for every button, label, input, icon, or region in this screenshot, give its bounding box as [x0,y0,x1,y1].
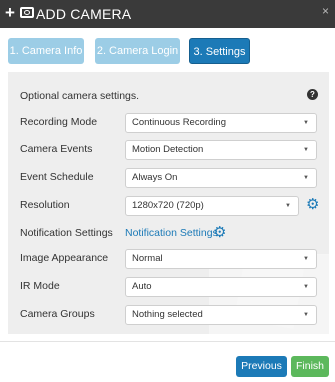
ir-mode-label: IR Mode [20,280,60,292]
tab-camera-login[interactable]: 2. Camera Login [95,38,180,64]
previous-button[interactable]: Previous [236,356,287,377]
camera-groups-select[interactable]: Nothing selected ▼ [125,305,317,325]
tab-camera-info[interactable]: 1. Camera Info [8,38,84,64]
chevron-down-icon: ▼ [303,175,309,181]
camera-events-row: Camera Events Motion Detection ▼ [8,140,329,162]
recording-mode-value: Continuous Recording [132,117,227,128]
ir-mode-row: IR Mode Auto ▼ [8,277,329,299]
camera-groups-value: Nothing selected [132,309,203,320]
recording-mode-label: Recording Mode [20,116,98,128]
dialog-titlebar: + ADD CAMERA × [0,0,335,28]
image-appearance-value: Normal [132,253,163,264]
camera-groups-row: Camera Groups Nothing selected ▼ [8,305,329,327]
chevron-down-icon: ▼ [303,147,309,153]
chevron-down-icon: ▼ [303,256,309,262]
resolution-value: 1280x720 (720p) [132,200,204,211]
chevron-down-icon: ▼ [303,120,309,126]
gear-icon[interactable]: ⚙ [306,197,319,213]
chevron-down-icon: ▼ [303,284,309,290]
notification-label: Notification Settings [20,227,113,239]
camera-icon [20,7,34,18]
resolution-select[interactable]: 1280x720 (720p) ▼ [125,196,299,216]
close-icon[interactable]: × [322,4,329,18]
chevron-down-icon: ▼ [285,203,291,209]
resolution-label: Resolution [20,199,70,211]
tab-settings[interactable]: 3. Settings [189,38,250,64]
image-appearance-row: Image Appearance Normal ▼ [8,249,329,271]
finish-button[interactable]: Finish [291,356,329,377]
notification-settings-link[interactable]: Notification Settings [125,227,218,239]
event-schedule-select[interactable]: Always On ▼ [125,168,317,188]
gear-icon[interactable]: ⚙ [213,225,226,241]
camera-events-value: Motion Detection [132,144,204,155]
help-icon[interactable]: ? [307,89,318,100]
wizard-steps: 1. Camera Info 2. Camera Login 3. Settin… [0,38,335,64]
dialog-title: ADD CAMERA [36,6,132,22]
image-appearance-label: Image Appearance [20,252,109,264]
footer-divider [0,341,335,342]
camera-events-select[interactable]: Motion Detection ▼ [125,140,317,160]
plus-icon: + [5,3,15,22]
intro-text: Optional camera settings. [20,90,140,102]
image-appearance-select[interactable]: Normal ▼ [125,249,317,269]
ir-mode-select[interactable]: Auto ▼ [125,277,317,297]
resolution-row: Resolution 1280x720 (720p) ▼ ⚙ [8,196,329,218]
ir-mode-value: Auto [132,281,152,292]
camera-events-label: Camera Events [20,143,93,155]
event-schedule-value: Always On [132,172,178,183]
recording-mode-select[interactable]: Continuous Recording ▼ [125,113,317,133]
settings-panel: Optional camera settings. ? Recording Mo… [8,72,329,334]
event-schedule-label: Event Schedule [20,171,94,183]
notification-row: Notification Settings Notification Setti… [8,224,329,246]
camera-groups-label: Camera Groups [20,308,95,320]
event-schedule-row: Event Schedule Always On ▼ [8,168,329,190]
chevron-down-icon: ▼ [303,312,309,318]
recording-mode-row: Recording Mode Continuous Recording ▼ [8,113,329,135]
